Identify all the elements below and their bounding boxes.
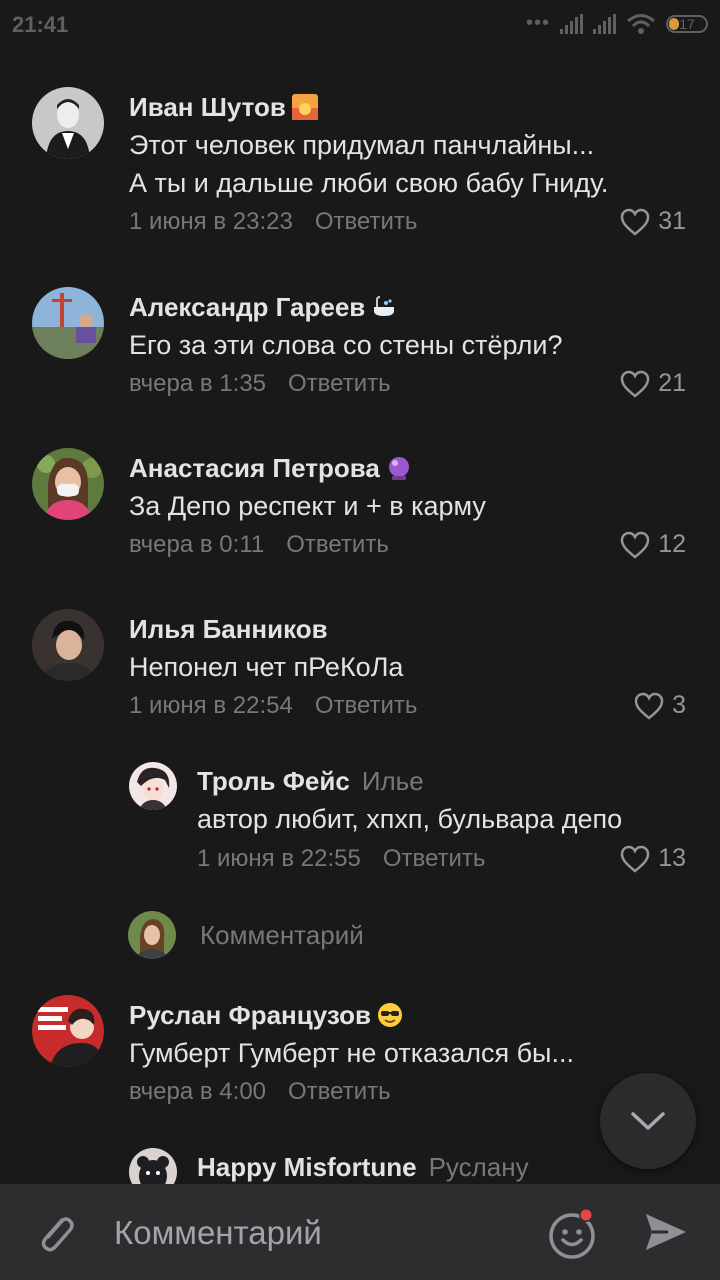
comment-text-line: Этот человек придумал панчлайны... [129,130,595,160]
like-button[interactable]: 21 [620,369,686,398]
comment-date: вчера в 1:35 [129,370,267,397]
avatar[interactable] [32,448,104,520]
comment-date: 1 июня в 23:23 [129,208,293,235]
avatar[interactable] [32,87,104,159]
like-button[interactable]: 31 [620,207,686,236]
reply-button[interactable]: Ответить [315,692,418,719]
comment-date: 1 июня в 22:55 [197,845,361,872]
comment-date: 1 июня в 22:54 [129,692,293,719]
comment-author[interactable]: Руслан Французов [129,1000,403,1031]
heart-icon [620,845,650,873]
battery-icon: 17 [666,14,708,33]
status-bar: 21:41 ••• 17 [0,0,720,50]
thread-input-placeholder[interactable]: Комментарий [200,920,364,951]
chevron-down-icon [631,1112,665,1130]
comment-meta: вчера в 0:11 Ответить [129,531,389,559]
own-avatar [128,911,176,959]
comment-date: вчера в 0:11 [129,531,265,558]
signal-icon-2 [593,13,616,34]
comment-text-line: Гумберт Гумберт не отказался бы... [129,1038,574,1068]
scroll-down-button[interactable] [600,1073,696,1169]
like-count: 12 [658,530,686,558]
avatar[interactable] [32,995,104,1067]
comment-text-line: автор любит, хпхп, бульвара депо [197,804,623,834]
like-button[interactable]: 13 [620,844,686,873]
heart-icon [620,208,650,236]
comments-feed[interactable]: Иван Шутов Этот человек придумал панчлай… [0,50,720,1184]
reply-button[interactable]: Ответить [288,1078,391,1105]
comment-text-line: За Депо респект и + в карму [129,491,486,521]
avatar[interactable] [32,287,104,359]
heart-icon [620,531,650,559]
sunset-emoji-icon [291,94,318,120]
comment-composer: Комментарий [0,1184,720,1280]
avatar[interactable] [129,762,177,810]
signal-icon [560,13,583,34]
reply-button[interactable]: Ответить [383,845,486,872]
comment-meta: 1 июня в 23:23 Ответить [129,208,417,236]
like-count: 13 [658,844,686,872]
clock: 21:41 [12,12,69,37]
comment-author[interactable]: Анастасия Петрова [129,453,412,484]
sunglasses-emoji-icon [378,1003,402,1027]
comment-text-line: Его за эти слова со стены стёрли? [129,330,563,360]
comment-text-line: Непонел чет пРеКоЛа [129,652,404,682]
composer-input[interactable]: Комментарий [114,1214,322,1252]
dots-icon: ••• [525,12,550,34]
comment-meta: 1 июня в 22:54 Ответить [129,692,417,720]
avatar[interactable] [32,609,104,681]
wifi-icon [627,13,655,34]
like-button[interactable]: 12 [620,530,686,559]
comment-author[interactable]: Александр Гареев [129,292,397,323]
comment-text-line: А ты и дальше люби свою бабу Гниду. [129,168,609,198]
like-button[interactable]: 3 [634,691,686,720]
comment-meta: 1 июня в 22:55 Ответить [197,845,485,873]
heart-icon [620,370,650,398]
crystal-ball-emoji-icon [388,457,409,480]
reply-button[interactable]: Ответить [315,208,418,235]
send-icon[interactable] [642,1208,690,1256]
comment-author[interactable]: Илья Банников [129,614,328,645]
attach-icon[interactable] [32,1210,80,1258]
comment-author[interactable]: Иван Шутов [129,92,318,123]
reply-button[interactable]: Ответить [286,531,389,558]
like-count: 3 [672,691,686,719]
reply-to-label[interactable]: Руслану [429,1152,529,1182]
comment-author[interactable]: Троль Фейс Илье [197,766,424,797]
like-count: 31 [658,207,686,235]
like-count: 21 [658,369,686,397]
status-icons: ••• 17 [526,12,708,35]
heart-icon [634,692,664,720]
emoji-smile-icon[interactable] [546,1208,598,1260]
comment-date: вчера в 4:00 [129,1078,267,1105]
comment-meta: вчера в 1:35 Ответить [129,370,391,398]
comment-meta: вчера в 4:00 Ответить [129,1078,391,1106]
reply-to-label[interactable]: Илье [362,766,424,796]
comment-author[interactable]: Happy Misfortune Руслану [197,1152,529,1183]
bathtub-emoji-icon [374,296,395,316]
avatar[interactable] [129,1148,177,1184]
reply-button[interactable]: Ответить [288,370,391,397]
